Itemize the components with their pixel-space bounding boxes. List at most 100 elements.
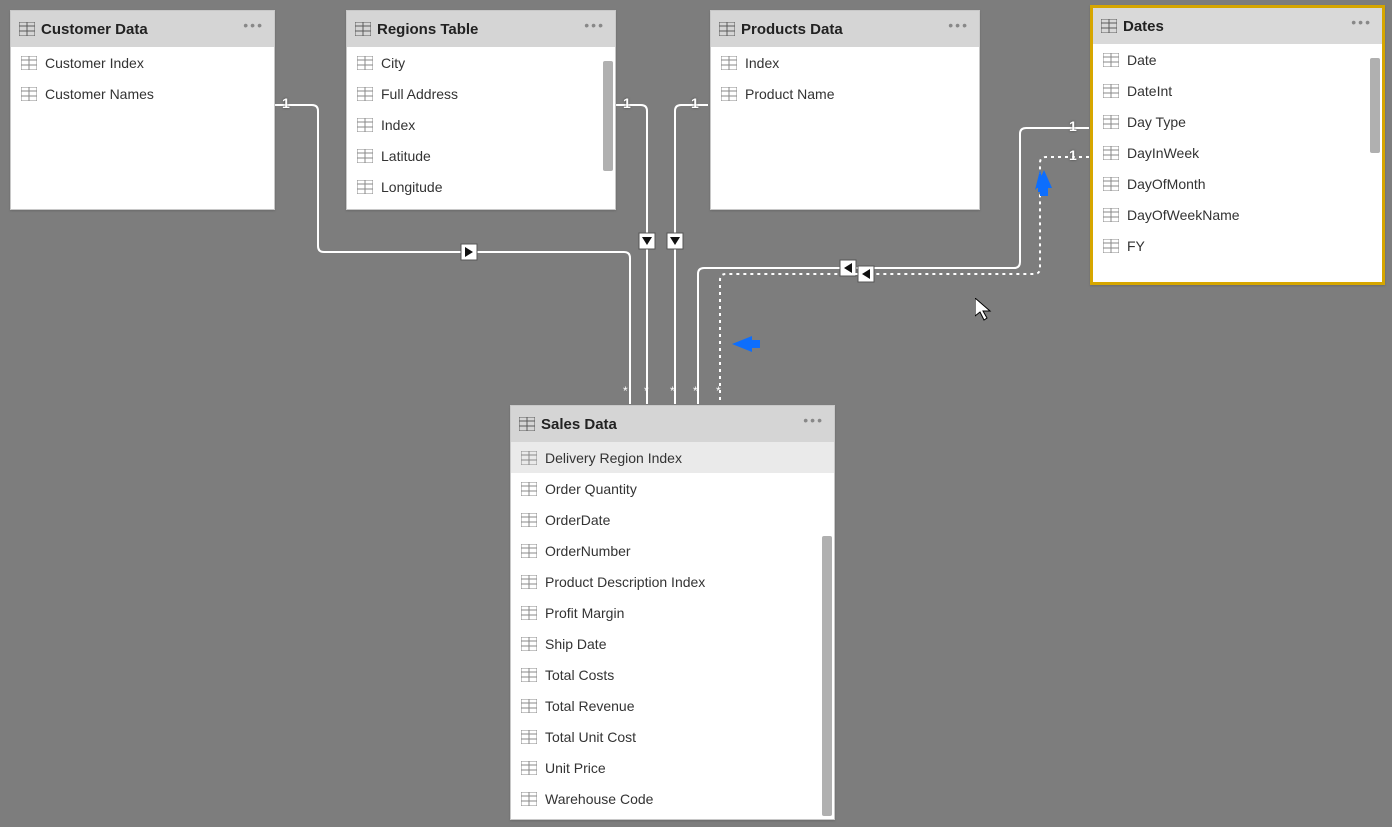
field-label: DayOfWeekName <box>1127 207 1240 223</box>
column-icon <box>1103 115 1119 129</box>
field-label: Index <box>745 55 779 71</box>
cardinality-one: 1 <box>691 95 699 111</box>
field-label: DayOfMonth <box>1127 176 1206 192</box>
field-label: Product Name <box>745 86 834 102</box>
field-label: DateInt <box>1127 83 1172 99</box>
field-row[interactable]: Order Quantity <box>511 473 834 504</box>
field-label: Total Revenue <box>545 698 635 714</box>
field-label: Delivery Region Index <box>545 450 682 466</box>
more-options-icon[interactable]: ••• <box>948 17 969 33</box>
more-options-icon[interactable]: ••• <box>1351 14 1372 30</box>
more-options-icon[interactable]: ••• <box>243 17 264 33</box>
table-header[interactable]: Customer Data ••• <box>11 11 274 47</box>
table-sales[interactable]: Sales Data ••• Delivery Region Index Ord… <box>510 405 835 820</box>
column-icon <box>521 792 537 806</box>
table-title: Sales Data <box>541 416 617 433</box>
field-row[interactable]: Profit Margin <box>511 597 834 628</box>
table-header[interactable]: Regions Table ••• <box>347 11 615 47</box>
column-icon <box>521 637 537 651</box>
column-icon <box>721 56 737 70</box>
column-icon <box>521 699 537 713</box>
field-row[interactable]: Full Address <box>347 78 615 109</box>
field-label: Longitude <box>381 179 443 195</box>
field-list: City Full Address Index Latitude Longitu… <box>347 47 615 202</box>
field-row[interactable]: Unit Price <box>511 752 834 783</box>
column-icon <box>721 87 737 101</box>
column-icon <box>1103 177 1119 191</box>
field-row[interactable]: Total Unit Cost <box>511 721 834 752</box>
field-list: Delivery Region Index Order Quantity Ord… <box>511 442 834 814</box>
table-customer-data[interactable]: Customer Data ••• Customer Index Custome… <box>10 10 275 210</box>
field-row[interactable]: Ship Date <box>511 628 834 659</box>
column-icon <box>521 513 537 527</box>
column-icon <box>357 180 373 194</box>
field-label: Full Address <box>381 86 458 102</box>
field-row[interactable]: Customer Names <box>11 78 274 109</box>
more-options-icon[interactable]: ••• <box>584 17 605 33</box>
field-row[interactable]: Product Description Index <box>511 566 834 597</box>
column-icon <box>357 149 373 163</box>
field-label: Order Quantity <box>545 481 637 497</box>
field-row[interactable]: Customer Index <box>11 47 274 78</box>
column-icon <box>21 56 37 70</box>
field-row[interactable]: Day Type <box>1093 106 1382 137</box>
table-dates[interactable]: Dates ••• Date DateInt Day Type DayInWee… <box>1090 5 1385 285</box>
field-row[interactable]: FY <box>1093 230 1382 261</box>
field-label: OrderNumber <box>545 543 631 559</box>
more-options-icon[interactable]: ••• <box>803 412 824 428</box>
scrollbar-thumb[interactable] <box>1370 58 1380 153</box>
field-row[interactable]: Date <box>1093 44 1382 75</box>
field-label: Date <box>1127 52 1157 68</box>
table-title: Regions Table <box>377 21 478 38</box>
field-list: Customer Index Customer Names <box>11 47 274 109</box>
field-row[interactable]: Product Name <box>711 78 979 109</box>
field-row[interactable]: DayOfMonth <box>1093 168 1382 199</box>
field-label: Warehouse Code <box>545 791 653 807</box>
field-row[interactable]: City <box>347 47 615 78</box>
field-row[interactable]: Latitude <box>347 140 615 171</box>
field-label: Index <box>381 117 415 133</box>
field-row[interactable]: OrderDate <box>511 504 834 535</box>
table-regions[interactable]: Regions Table ••• City Full Address Inde… <box>346 10 616 210</box>
table-title: Dates <box>1123 18 1164 35</box>
cursor-icon <box>975 298 995 322</box>
field-label: City <box>381 55 405 71</box>
field-row[interactable]: Total Revenue <box>511 690 834 721</box>
cardinality-many: * <box>716 384 721 398</box>
column-icon <box>521 575 537 589</box>
field-row[interactable]: OrderNumber <box>511 535 834 566</box>
table-title: Customer Data <box>41 21 148 38</box>
column-icon <box>357 118 373 132</box>
column-icon <box>357 87 373 101</box>
table-icon <box>19 22 35 36</box>
column-icon <box>1103 208 1119 222</box>
table-header[interactable]: Products Data ••• <box>711 11 979 47</box>
scrollbar-thumb[interactable] <box>603 61 613 171</box>
cardinality-one: 1 <box>623 95 631 111</box>
scrollbar-thumb[interactable] <box>822 536 832 816</box>
field-row[interactable]: DayInWeek <box>1093 137 1382 168</box>
cardinality-one: 1 <box>1069 118 1077 134</box>
field-label: Customer Names <box>45 86 154 102</box>
field-row[interactable]: DateInt <box>1093 75 1382 106</box>
column-icon <box>21 87 37 101</box>
field-row[interactable]: Delivery Region Index <box>511 442 834 473</box>
field-row[interactable]: Index <box>347 109 615 140</box>
field-label: Unit Price <box>545 760 606 776</box>
field-label: DayInWeek <box>1127 145 1199 161</box>
cardinality-many: * <box>693 384 698 398</box>
field-row[interactable]: Longitude <box>347 171 615 202</box>
column-icon <box>521 606 537 620</box>
field-row[interactable]: Warehouse Code <box>511 783 834 814</box>
column-icon <box>1103 146 1119 160</box>
column-icon <box>357 56 373 70</box>
table-header[interactable]: Sales Data ••• <box>511 406 834 442</box>
field-row[interactable]: Index <box>711 47 979 78</box>
column-icon <box>521 730 537 744</box>
column-icon <box>521 482 537 496</box>
table-header[interactable]: Dates ••• <box>1093 8 1382 44</box>
field-row[interactable]: Total Costs <box>511 659 834 690</box>
table-products[interactable]: Products Data ••• Index Product Name <box>710 10 980 210</box>
field-row[interactable]: DayOfWeekName <box>1093 199 1382 230</box>
column-icon <box>521 668 537 682</box>
